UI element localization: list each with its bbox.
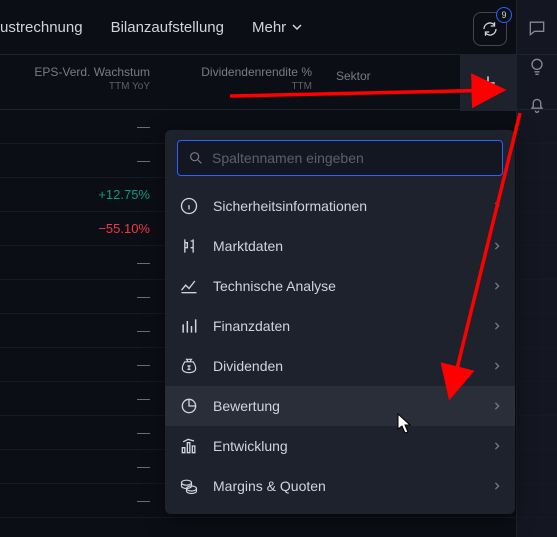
category-label: Sicherheitsinformationen [213, 198, 479, 214]
category-sicherheitsinformationen[interactable]: Sicherheitsinformationen [165, 186, 515, 226]
refresh-button[interactable]: 9 [473, 12, 507, 46]
more-label: Mehr [252, 19, 286, 36]
col-eps-label: EPS-Verd. Wachstum [34, 65, 150, 79]
col-eps-sub: TTM YoY [109, 81, 150, 92]
cell-eps: −55.10% [0, 221, 162, 236]
chevron-right-icon [493, 402, 501, 410]
cell-eps: — [0, 289, 162, 304]
cell-eps: — [0, 425, 162, 440]
plus-icon [478, 73, 498, 93]
coins-icon [179, 476, 199, 496]
category-label: Entwicklung [213, 438, 479, 454]
col-eps[interactable]: EPS-Verd. Wachstum TTM YoY [0, 65, 162, 92]
search-icon [188, 150, 204, 166]
category-list: Sicherheitsinformationen Marktdaten Techni… [165, 186, 515, 506]
cell-eps: +12.75% [0, 187, 162, 202]
chevron-right-icon [493, 442, 501, 450]
chat-icon[interactable] [527, 18, 547, 38]
category-bewertung[interactable]: Bewertung [165, 386, 515, 426]
chevron-right-icon [493, 282, 501, 290]
category-label: Margins & Quoten [213, 478, 479, 494]
cell-eps: — [0, 357, 162, 372]
col-sektor[interactable]: Sektor [324, 65, 444, 83]
category-label: Bewertung [213, 398, 479, 414]
growth-icon [179, 436, 199, 456]
category-marktdaten[interactable]: Marktdaten [165, 226, 515, 266]
chevron-right-icon [493, 482, 501, 490]
refresh-icon [481, 20, 499, 38]
category-technische-analyse[interactable]: Technische Analyse [165, 266, 515, 306]
cell-eps: — [0, 493, 162, 508]
cell-eps: — [0, 119, 162, 134]
chevron-right-icon [493, 322, 501, 330]
cell-eps: — [0, 391, 162, 406]
cell-eps: — [0, 459, 162, 474]
col-sektor-label: Sektor [336, 69, 371, 83]
cell-eps: — [0, 153, 162, 168]
search-row[interactable] [177, 140, 503, 176]
tab-gewinnvertustrechnung[interactable]: ustrechnung [0, 19, 83, 36]
category-label: Technische Analyse [213, 278, 479, 294]
cell-eps: — [0, 323, 162, 338]
column-headers: EPS-Verd. Wachstum TTM YoY Dividendenren… [0, 54, 557, 110]
trend-icon [179, 276, 199, 296]
info-icon [179, 196, 199, 216]
category-label: Finanzdaten [213, 318, 479, 334]
tab-bilanzaufstellung[interactable]: Bilanzaufstellung [111, 19, 224, 36]
chevron-right-icon [493, 362, 501, 370]
chevron-right-icon [493, 242, 501, 250]
bars-icon [179, 316, 199, 336]
category-dividenden[interactable]: Dividenden [165, 346, 515, 386]
category-label: Dividenden [213, 358, 479, 374]
cell-eps: — [0, 255, 162, 270]
category-label: Marktdaten [213, 238, 479, 254]
chevron-right-icon [493, 202, 501, 210]
more-menu[interactable]: Mehr [252, 19, 302, 36]
add-column-panel: Sicherheitsinformationen Marktdaten Techni… [165, 130, 515, 514]
chevron-down-icon [292, 22, 302, 32]
col-div[interactable]: Dividendenrendite % TTM [162, 65, 324, 92]
candles-icon [179, 236, 199, 256]
moneybag-icon [179, 356, 199, 376]
category-finanzdaten[interactable]: Finanzdaten [165, 306, 515, 346]
category-margins-quoten[interactable]: Margins & Quoten [165, 466, 515, 506]
category-entwicklung[interactable]: Entwicklung [165, 426, 515, 466]
search-input[interactable] [212, 150, 492, 166]
col-div-label: Dividendenrendite % [201, 65, 312, 79]
pie-icon [179, 396, 199, 416]
add-column-button[interactable] [460, 55, 516, 111]
col-div-sub: TTM [291, 81, 312, 92]
refresh-badge: 9 [496, 7, 512, 23]
